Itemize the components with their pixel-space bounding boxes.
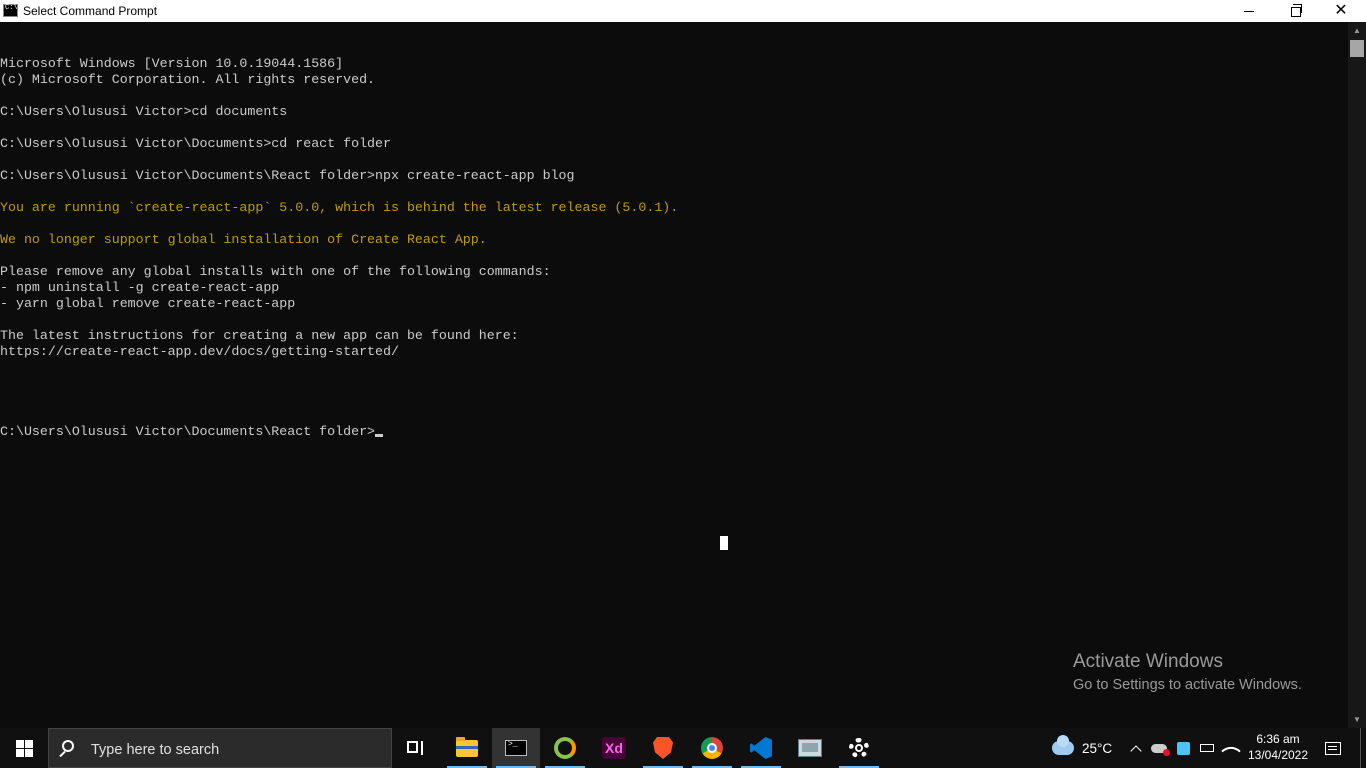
text-cursor bbox=[375, 434, 384, 437]
remote-desktop-icon bbox=[798, 739, 822, 757]
console-line: (c) Microsoft Corporation. All rights re… bbox=[0, 72, 376, 87]
console-line: Please remove any global installs with o… bbox=[0, 264, 551, 279]
clock-time: 6:36 am bbox=[1256, 732, 1300, 746]
restore-icon bbox=[1291, 4, 1302, 17]
vertical-scrollbar[interactable]: ▲ ▼ bbox=[1348, 22, 1366, 728]
console-line: - npm uninstall -g create-react-app bbox=[0, 280, 280, 295]
taskbar-clock[interactable]: 6:36 am 13/04/2022 bbox=[1244, 728, 1312, 768]
action-center-button[interactable] bbox=[1316, 728, 1350, 768]
clock-date: 13/04/2022 bbox=[1247, 748, 1309, 762]
show-desktop-button[interactable] bbox=[1360, 728, 1366, 768]
onedrive-error-icon bbox=[1151, 743, 1170, 756]
scroll-thumb[interactable] bbox=[1350, 40, 1364, 57]
folder-icon bbox=[456, 736, 478, 757]
taskbar-app-command-prompt[interactable] bbox=[492, 728, 540, 768]
weather-widget[interactable]: 25°C bbox=[1046, 728, 1118, 768]
task-view-icon bbox=[407, 741, 425, 755]
console-line: C:\Users\Olususi Victor\Documents>cd rea… bbox=[0, 136, 391, 151]
task-view-button[interactable] bbox=[392, 728, 440, 768]
watermark-subtitle: Go to Settings to activate Windows. bbox=[1073, 677, 1302, 693]
taskbar-app-adobe-xd[interactable]: Xd bbox=[590, 728, 638, 768]
title-bar[interactable]: Select Command Prompt ✕ bbox=[0, 0, 1366, 22]
taskbar-app-settings[interactable] bbox=[835, 728, 883, 768]
search-input[interactable] bbox=[89, 739, 383, 761]
restore-button[interactable] bbox=[1272, 0, 1318, 22]
xd-icon: Xd bbox=[602, 737, 626, 759]
taskbar-app-brave[interactable] bbox=[639, 728, 687, 768]
console-lines: Microsoft Windows [Version 10.0.19044.15… bbox=[0, 56, 1348, 392]
console-line: You are running `create-react-app` 5.0.0… bbox=[0, 200, 679, 215]
vscode-icon bbox=[750, 737, 772, 759]
cloud-icon bbox=[1052, 735, 1074, 755]
close-icon: ✕ bbox=[1334, 2, 1348, 19]
watermark-title: Activate Windows bbox=[1073, 651, 1223, 672]
minimize-icon bbox=[1244, 10, 1254, 12]
share-tray-button[interactable] bbox=[1171, 728, 1195, 768]
taskbar-app-file-explorer[interactable] bbox=[443, 728, 491, 768]
console-line: C:\Users\Olususi Victor>cd documents bbox=[0, 104, 288, 119]
console-line: Microsoft Windows [Version 10.0.19044.15… bbox=[0, 56, 344, 71]
scroll-down-arrow-icon[interactable]: ▼ bbox=[1348, 711, 1366, 728]
share-icon bbox=[1176, 741, 1190, 755]
weather-temperature: 25°C bbox=[1082, 740, 1113, 756]
battery-tray-button[interactable] bbox=[1195, 728, 1219, 768]
prompt-text: C:\Users\Olususi Victor\Documents\React … bbox=[0, 424, 376, 439]
mouse-ibeam-cursor bbox=[720, 536, 728, 550]
window-title: Select Command Prompt bbox=[23, 4, 158, 18]
network-tray-button[interactable] bbox=[1219, 728, 1243, 768]
console-line: - yarn global remove create-react-app bbox=[0, 296, 296, 311]
battery-icon bbox=[1200, 744, 1214, 752]
gear-icon bbox=[849, 738, 869, 758]
console-line: C:\Users\Olususi Victor\Documents\React … bbox=[0, 168, 575, 183]
chameleon-icon bbox=[554, 737, 576, 759]
console-line: We no longer support global installation… bbox=[0, 232, 487, 247]
cmd-app-icon bbox=[3, 4, 18, 17]
windows-logo-icon bbox=[15, 739, 33, 757]
wifi-icon bbox=[1221, 741, 1241, 761]
search-icon bbox=[62, 740, 74, 752]
minimize-button[interactable] bbox=[1226, 0, 1272, 22]
scroll-up-arrow-icon[interactable]: ▲ bbox=[1348, 22, 1366, 39]
notification-icon bbox=[1325, 741, 1341, 755]
console-line: https://create-react-app.dev/docs/gettin… bbox=[0, 344, 399, 359]
taskbar-app-remote-desktop[interactable] bbox=[786, 728, 834, 768]
close-button[interactable]: ✕ bbox=[1318, 0, 1364, 22]
cmd-icon bbox=[505, 740, 527, 756]
start-button[interactable] bbox=[0, 728, 48, 768]
activate-windows-watermark: Activate Windows Go to Settings to activ… bbox=[1073, 651, 1302, 695]
show-hidden-icons-button[interactable] bbox=[1124, 728, 1148, 768]
chevron-up-icon bbox=[1130, 744, 1142, 757]
taskbar-app-chrome[interactable] bbox=[688, 728, 736, 768]
console-line: The latest instructions for creating a n… bbox=[0, 328, 519, 343]
taskbar: Xd 25°C 6:36 am 13/04/2022 bbox=[0, 728, 1366, 768]
taskbar-app-vscode[interactable] bbox=[737, 728, 785, 768]
taskbar-search-box[interactable] bbox=[48, 728, 392, 768]
chrome-icon bbox=[701, 737, 723, 759]
brave-icon bbox=[653, 737, 673, 759]
onedrive-tray-button[interactable] bbox=[1147, 728, 1171, 768]
console-output[interactable]: Microsoft Windows [Version 10.0.19044.15… bbox=[0, 22, 1348, 730]
taskbar-app-chameleon[interactable] bbox=[541, 728, 589, 768]
prompt-line: C:\Users\Olususi Victor\Documents\React … bbox=[0, 424, 1348, 440]
command-prompt-window: Select Command Prompt ✕ Microsoft Window… bbox=[0, 0, 1366, 728]
